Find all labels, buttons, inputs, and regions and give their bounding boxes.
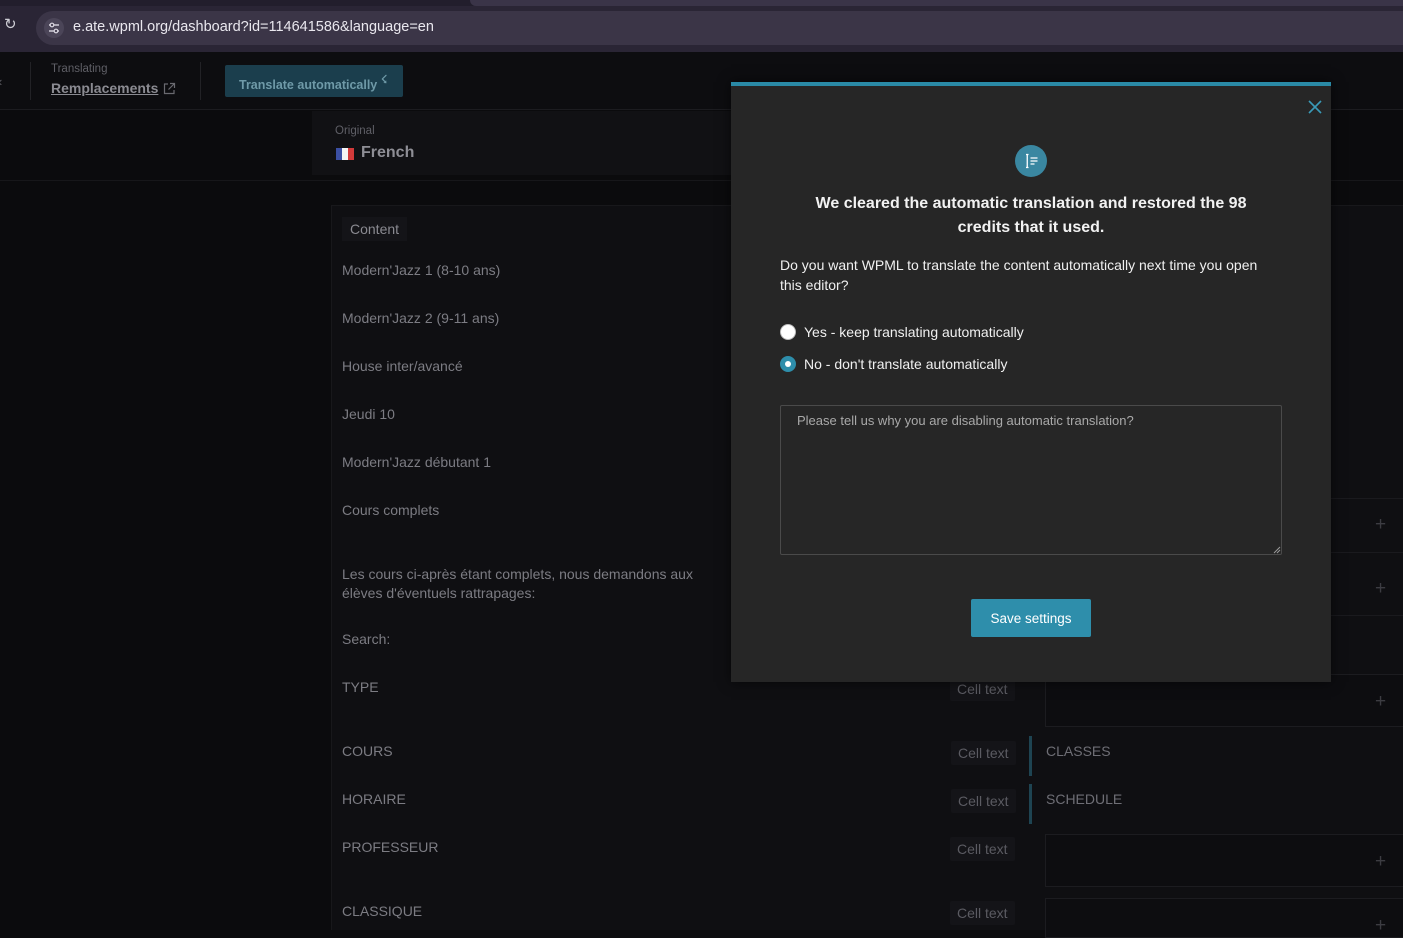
- lightning-icon: ☇: [381, 74, 388, 86]
- text-cursor-icon: [1015, 145, 1047, 177]
- radio-no[interactable]: [780, 356, 796, 372]
- url-text[interactable]: e.ate.wpml.org/dashboard?id=114641586&la…: [73, 19, 434, 35]
- translation-field[interactable]: [1045, 834, 1403, 887]
- close-icon: [1308, 100, 1322, 114]
- source-segment[interactable]: HORAIRE: [342, 790, 406, 809]
- reason-textarea[interactable]: [780, 405, 1282, 555]
- plus-icon[interactable]: +: [1375, 692, 1386, 711]
- browser-toolbar: ↻ e.ate.wpml.org/dashboard?id=114641586&…: [0, 0, 1403, 52]
- french-flag-icon: [336, 148, 354, 160]
- browser-active-tab[interactable]: [470, 0, 1403, 6]
- translation-value[interactable]: SCHEDULE: [1046, 791, 1122, 807]
- source-segment[interactable]: COURS: [342, 742, 393, 761]
- source-segment[interactable]: Search:: [342, 630, 390, 649]
- translation-field[interactable]: [1045, 898, 1403, 938]
- site-settings-icon[interactable]: [44, 18, 64, 38]
- plus-icon[interactable]: +: [1375, 579, 1386, 598]
- option-no[interactable]: No - don't translate automatically: [780, 356, 1007, 372]
- plus-icon[interactable]: +: [1375, 515, 1386, 534]
- row-divider: [1330, 498, 1403, 499]
- cell-text-tag[interactable]: Cell text: [950, 901, 1015, 925]
- source-segment[interactable]: CLASSIQUE: [342, 902, 422, 921]
- translating-label: Translating: [51, 63, 108, 75]
- dialog-question: Do you want WPML to translate the conten…: [780, 257, 1258, 293]
- dialog-heading: We cleared the automatic translation and…: [815, 195, 1247, 236]
- back-chevron-icon[interactable]: ‹: [0, 74, 2, 89]
- source-segment[interactable]: Jeudi 10: [342, 405, 395, 424]
- cell-text-tag[interactable]: Cell text: [950, 837, 1015, 861]
- plus-icon[interactable]: +: [1375, 852, 1386, 871]
- translated-marker: [1029, 736, 1032, 776]
- row-divider: [1330, 552, 1403, 553]
- translation-value[interactable]: CLASSES: [1046, 743, 1111, 759]
- save-settings-button[interactable]: Save settings: [971, 599, 1091, 637]
- translated-marker: [1029, 784, 1032, 824]
- auto-translation-dialog: We cleared the automatic translation and…: [731, 82, 1331, 682]
- source-segment[interactable]: Modern'Jazz 2 (9-11 ans): [342, 309, 499, 328]
- original-language-panel: Original French: [312, 111, 732, 175]
- source-segment[interactable]: TYPE: [342, 678, 379, 697]
- browser-tabstrip: [0, 0, 1403, 6]
- source-segment[interactable]: Cours complets: [342, 501, 439, 520]
- cell-text-tag[interactable]: Cell text: [951, 741, 1016, 765]
- header-divider: [30, 62, 31, 100]
- translate-automatically-button[interactable]: Translate automatically ☇: [225, 65, 403, 97]
- row-divider: [1330, 615, 1403, 616]
- source-segment[interactable]: Modern'Jazz débutant 1: [342, 453, 491, 472]
- plus-icon[interactable]: +: [1375, 916, 1386, 935]
- content-tag: Content: [342, 217, 408, 241]
- original-language-name: French: [361, 144, 415, 161]
- cell-text-tag[interactable]: Cell text: [951, 789, 1016, 813]
- radio-yes[interactable]: [780, 324, 796, 340]
- source-segment[interactable]: House inter/avancé: [342, 357, 463, 376]
- option-no-label[interactable]: No - don't translate automatically: [804, 356, 1007, 372]
- close-button[interactable]: [1306, 99, 1324, 117]
- option-yes-label[interactable]: Yes - keep translating automatically: [804, 324, 1024, 340]
- option-yes[interactable]: Yes - keep translating automatically: [780, 324, 1024, 340]
- translate-automatically-label: Translate automatically: [239, 78, 378, 92]
- reload-icon[interactable]: ↻: [4, 17, 18, 32]
- header-divider: [200, 62, 201, 100]
- original-label: Original: [335, 125, 375, 137]
- source-segment[interactable]: Les cours ci-après étant complets, nous …: [342, 565, 737, 603]
- external-link-icon[interactable]: [163, 82, 176, 100]
- job-title-link[interactable]: Remplacements: [51, 80, 158, 96]
- resize-grip-icon[interactable]: [1273, 546, 1281, 554]
- address-bar[interactable]: e.ate.wpml.org/dashboard?id=114641586&la…: [36, 11, 1403, 45]
- source-segment[interactable]: Modern'Jazz 1 (8-10 ans): [342, 261, 500, 280]
- source-segment[interactable]: PROFESSEUR: [342, 838, 438, 857]
